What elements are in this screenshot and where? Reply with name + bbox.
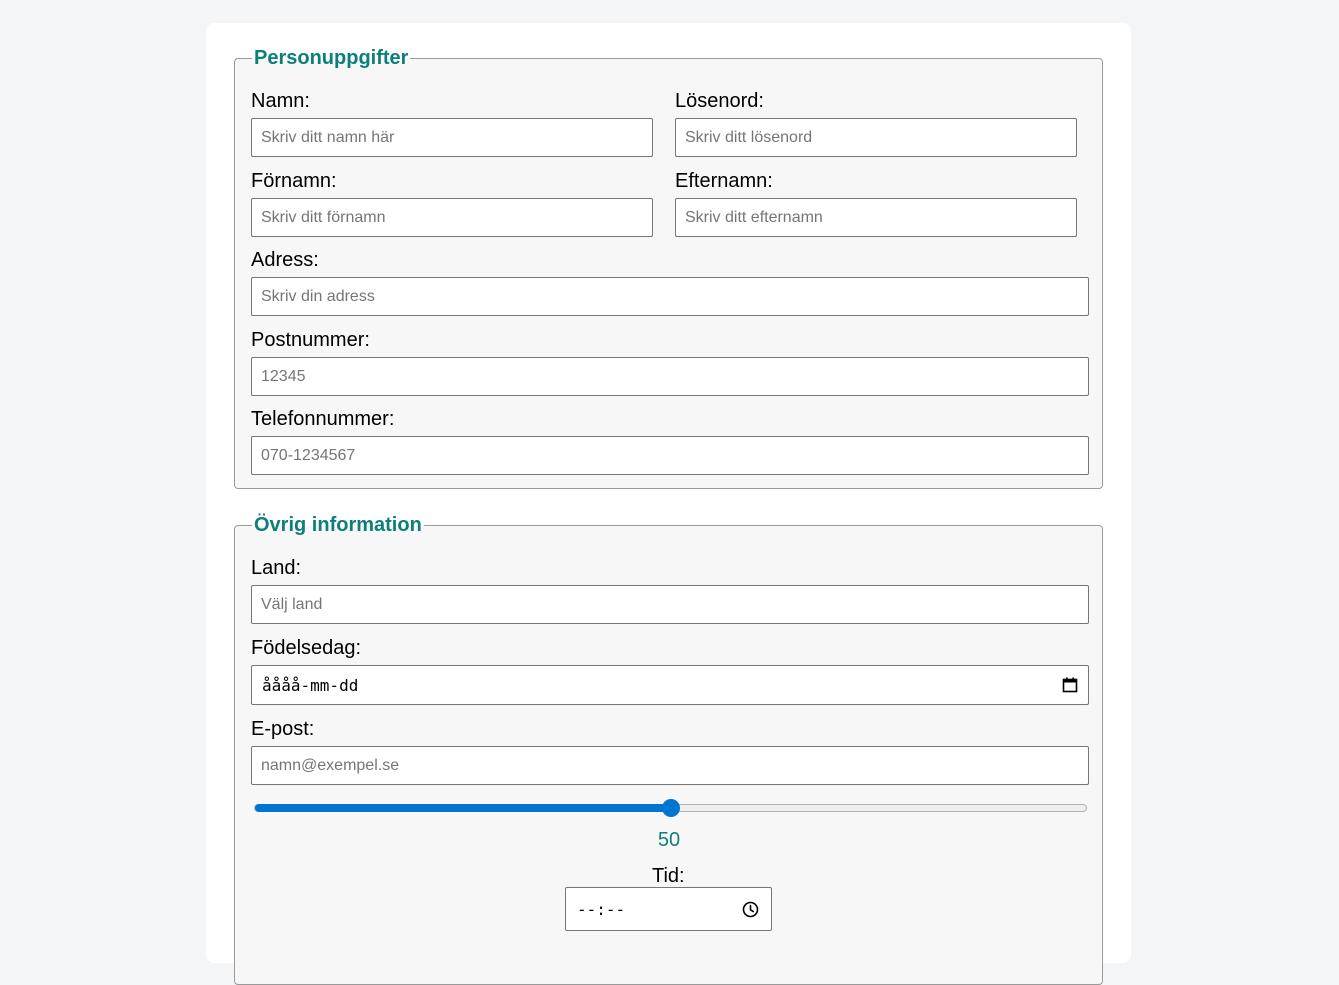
clock-icon[interactable]: [742, 901, 759, 918]
fornamn-label: Förnamn:: [251, 170, 337, 192]
postnummer-input[interactable]: [251, 357, 1089, 396]
range-slider[interactable]: [254, 799, 1087, 817]
other-info-legend: Övrig information: [252, 511, 424, 539]
fodelsedag-label: Födelsedag:: [251, 637, 362, 659]
telefon-input[interactable]: [251, 436, 1089, 475]
other-info-fieldset: Övrig information Land: Födelsedag: åååå…: [234, 511, 1103, 985]
efternamn-input[interactable]: [675, 198, 1077, 237]
time-placeholder-text: --:--: [577, 900, 626, 919]
postnummer-label: Postnummer:: [251, 329, 370, 351]
land-label: Land:: [251, 557, 302, 579]
land-input[interactable]: [251, 585, 1089, 624]
range-slider-fill: [255, 804, 671, 812]
adress-label: Adress:: [251, 249, 319, 271]
fornamn-input[interactable]: [251, 198, 653, 237]
personal-info-fieldset: Personuppgifter Namn: Lösenord: Förnamn:…: [234, 44, 1103, 489]
losenord-label: Lösenord:: [675, 90, 764, 112]
tid-time-input[interactable]: --:--: [565, 887, 772, 931]
namn-input[interactable]: [251, 118, 653, 157]
namn-label: Namn:: [251, 90, 310, 112]
personal-info-legend: Personuppgifter: [252, 44, 411, 72]
form-card: Personuppgifter Namn: Lösenord: Förnamn:…: [206, 23, 1131, 985]
epost-label: E-post:: [251, 718, 315, 740]
losenord-input[interactable]: [675, 118, 1077, 157]
range-slider-thumb[interactable]: [661, 799, 680, 817]
date-placeholder-text: åååå-mm-dd: [262, 676, 359, 695]
telefon-label: Telefonnummer:: [251, 408, 395, 430]
adress-input[interactable]: [251, 277, 1089, 316]
fodelsedag-date-input[interactable]: åååå-mm-dd: [251, 665, 1089, 705]
calendar-icon[interactable]: [1062, 677, 1078, 693]
tid-label: Tid:: [652, 865, 685, 887]
efternamn-label: Efternamn:: [675, 170, 773, 192]
range-value-output: 50: [657, 829, 681, 851]
epost-input[interactable]: [251, 746, 1089, 785]
